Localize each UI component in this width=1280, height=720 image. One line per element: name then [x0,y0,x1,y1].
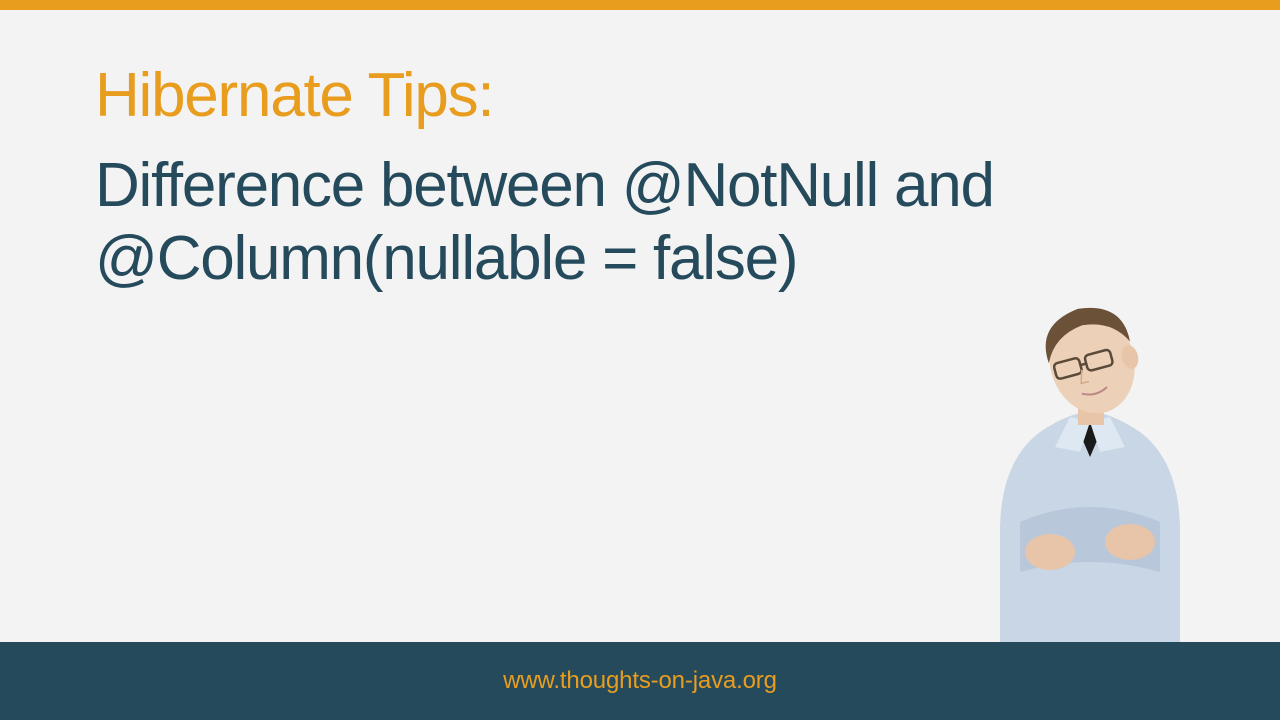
presenter-photo [940,222,1240,642]
slide-title: Hibernate Tips: [95,60,1185,131]
footer-bar: www.thoughts-on-java.org [0,642,1280,720]
top-accent-bar [0,0,1280,10]
footer-url: www.thoughts-on-java.org [503,667,777,695]
